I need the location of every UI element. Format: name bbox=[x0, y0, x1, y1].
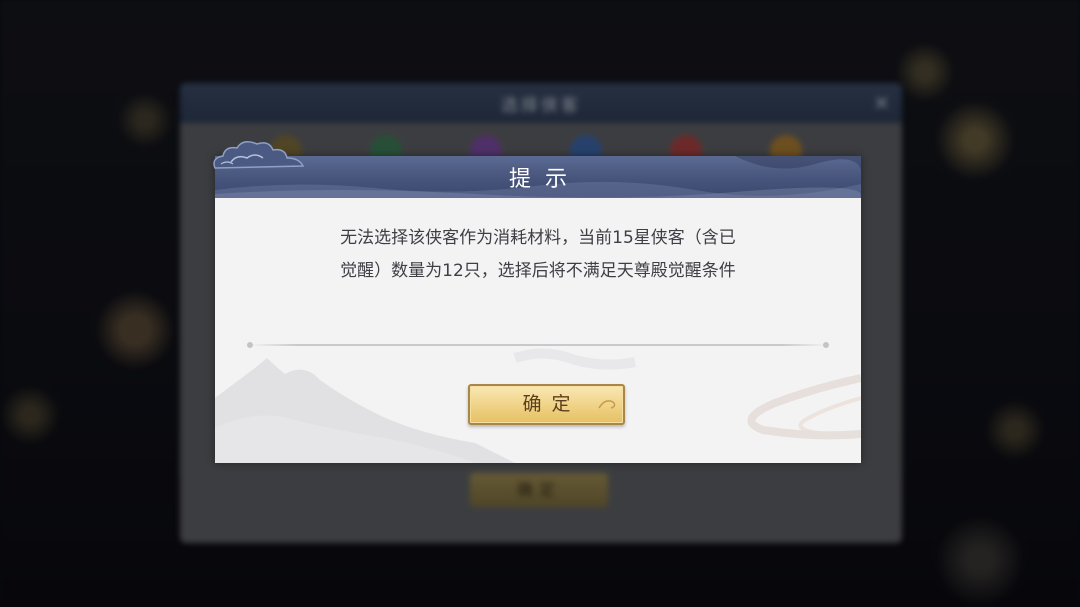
cloud-ornament-icon bbox=[213, 141, 305, 169]
confirm-button[interactable]: 确定 bbox=[468, 384, 625, 425]
confirm-button-label: 确定 bbox=[522, 393, 581, 415]
swirl-ornament-icon bbox=[598, 400, 616, 409]
divider-right-dot bbox=[823, 342, 829, 348]
divider-left-dot bbox=[247, 342, 253, 348]
dialog-message: 无法选择该侠客作为消耗材料，当前15星侠客（含已觉醒）数量为12只，选择后将不满… bbox=[340, 228, 736, 281]
alert-dialog: 提示 无法选择该侠客作为消耗材料，当前15星侠客（含已觉醒）数量为12只，选择后… bbox=[213, 141, 861, 463]
divider bbox=[250, 344, 828, 346]
dialog-body: 无法选择该侠客作为消耗材料，当前15星侠客（含已觉醒）数量为12只，选择后将不满… bbox=[215, 198, 861, 463]
